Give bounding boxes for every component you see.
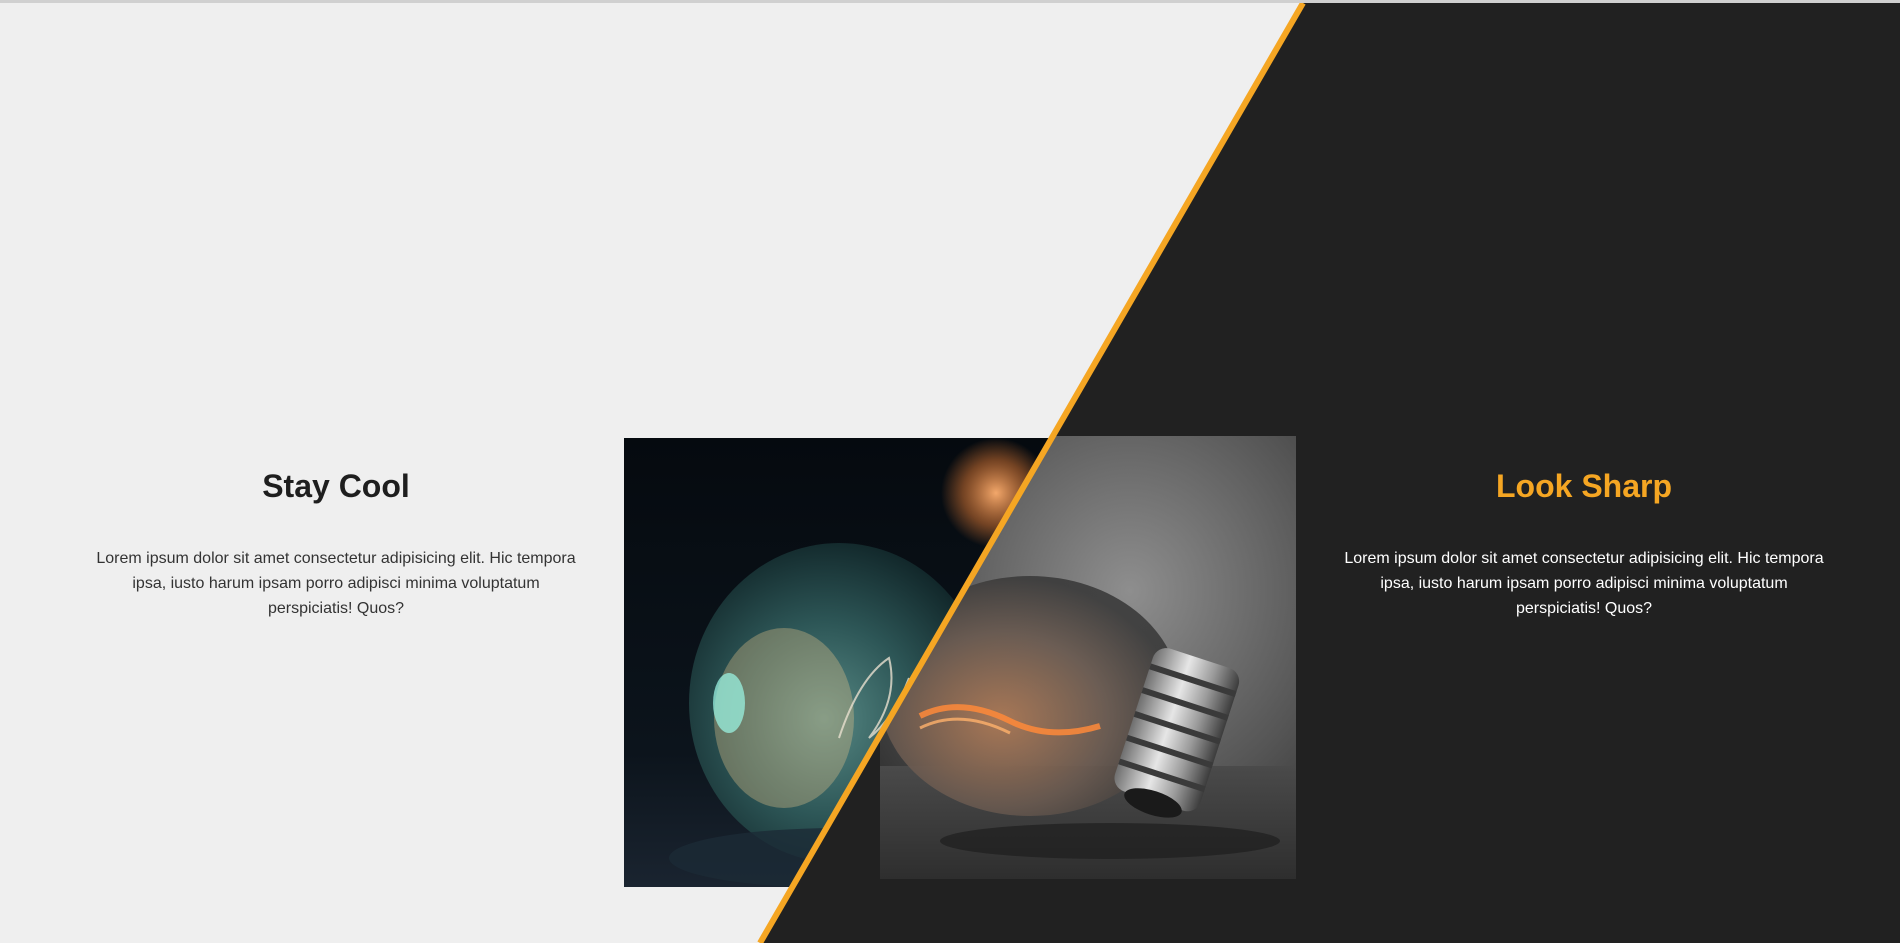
right-panel: Look Sharp Lorem ipsum dolor sit amet co… (1338, 460, 1830, 621)
left-title: Stay Cool (262, 468, 410, 504)
right-title: Look Sharp (1495, 468, 1672, 504)
split-hero: Stay Cool Lorem ipsum dolor sit amet con… (0, 0, 1900, 943)
right-body: Lorem ipsum dolor sit amet consectetur a… (1344, 550, 1824, 617)
top-border (0, 0, 1900, 3)
left-body: Lorem ipsum dolor sit amet consectetur a… (96, 550, 576, 617)
left-panel: Stay Cool Lorem ipsum dolor sit amet con… (90, 460, 582, 621)
